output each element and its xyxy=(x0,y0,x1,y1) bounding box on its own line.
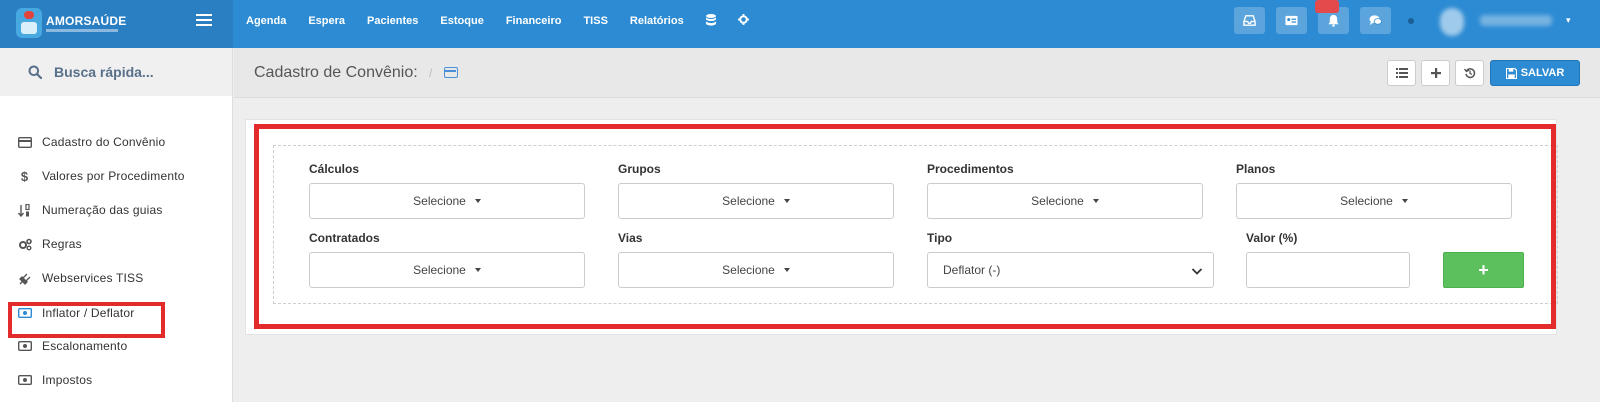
dollar-icon: $ xyxy=(20,168,29,184)
brand-logo-icon xyxy=(16,8,42,38)
nav-financeiro[interactable]: Financeiro xyxy=(506,15,562,27)
nav-pacientes[interactable]: Pacientes xyxy=(367,15,418,27)
nav-agenda[interactable]: Agenda xyxy=(246,15,286,27)
breadcrumb-separator: / xyxy=(429,66,433,80)
money-icon xyxy=(17,373,32,387)
sidebar-item-regras[interactable]: Regras xyxy=(0,232,232,256)
sidebar-item-webservices-tiss[interactable]: Webservices TISS xyxy=(0,266,232,290)
brand-name: AMORSAÚDE xyxy=(46,14,127,28)
inbox-icon xyxy=(1243,15,1256,26)
quick-search[interactable]: Busca rápida... xyxy=(0,48,232,96)
inbox-button[interactable] xyxy=(1234,7,1265,34)
active-item-highlight xyxy=(8,302,165,338)
sort-numeric-icon xyxy=(17,203,32,217)
save-label: SALVAR xyxy=(1520,67,1565,79)
sidebar: Busca rápida... Cadastro do Convênio $ V… xyxy=(0,48,233,402)
credit-card-icon xyxy=(444,67,458,78)
username[interactable] xyxy=(1480,15,1552,26)
brand-area: AMORSAÚDE xyxy=(0,0,233,48)
sidebar-item-label: Webservices TISS xyxy=(42,271,144,285)
sidebar-item-label: Regras xyxy=(42,237,82,251)
search-input[interactable]: Busca rápida... xyxy=(54,64,154,80)
credit-card-icon xyxy=(17,135,32,149)
user-menu-caret-icon[interactable]: ▾ xyxy=(1566,15,1571,26)
main-nav: Agenda Espera Pacientes Estoque Financei… xyxy=(246,0,771,42)
floppy-disk-icon xyxy=(1505,67,1517,79)
money-icon xyxy=(17,339,32,353)
database-icon[interactable] xyxy=(705,13,716,29)
save-button[interactable]: SALVAR xyxy=(1490,60,1580,86)
nav-relatorios[interactable]: Relatórios xyxy=(630,15,684,27)
nav-tiss[interactable]: TISS xyxy=(583,15,607,27)
nav-espera[interactable]: Espera xyxy=(308,15,345,27)
sidebar-item-label: Valores por Procedimento xyxy=(42,169,185,183)
plug-icon xyxy=(17,271,32,285)
sidebar-item-label: Numeração das guias xyxy=(42,203,163,217)
search-icon xyxy=(28,65,42,79)
history-icon xyxy=(1463,68,1475,79)
sidebar-item-numeracao-guias[interactable]: Numeração das guias xyxy=(0,198,232,222)
list-button[interactable] xyxy=(1387,60,1416,86)
gear-icon[interactable] xyxy=(737,14,749,28)
nav-estoque[interactable]: Estoque xyxy=(440,15,483,27)
page-title: Cadastro de Convênio: xyxy=(254,64,418,81)
history-button[interactable] xyxy=(1455,60,1484,86)
plus-icon xyxy=(1430,68,1441,78)
sidebar-item-label: Cadastro do Convênio xyxy=(42,135,166,149)
chat-icon xyxy=(1369,15,1382,26)
status-indicator xyxy=(1408,18,1414,24)
add-new-button[interactable] xyxy=(1421,60,1450,86)
sidebar-item-impostos[interactable]: Impostos xyxy=(0,368,232,392)
cogs-icon xyxy=(17,237,32,251)
avatar[interactable] xyxy=(1440,8,1464,36)
sidebar-item-label: Impostos xyxy=(42,373,93,387)
id-card-icon xyxy=(1285,15,1298,26)
hamburger-menu-icon[interactable] xyxy=(196,14,212,30)
form-highlight xyxy=(254,124,1556,329)
breadcrumb: Cadastro de Convênio: / SALVAR xyxy=(234,48,1600,98)
chat-button[interactable] xyxy=(1360,7,1391,34)
sidebar-item-label: Escalonamento xyxy=(42,339,128,353)
bell-icon xyxy=(1328,14,1339,27)
notification-badge xyxy=(1315,0,1339,13)
id-card-button[interactable] xyxy=(1276,7,1307,34)
brand-tagline xyxy=(46,29,118,32)
list-icon xyxy=(1395,68,1408,78)
top-navbar: AMORSAÚDE Agenda Espera Pacientes Estoqu… xyxy=(0,0,1600,48)
sidebar-item-cadastro-convenio[interactable]: Cadastro do Convênio xyxy=(0,130,232,154)
sidebar-item-valores-procedimento[interactable]: $ Valores por Procedimento xyxy=(0,164,232,188)
